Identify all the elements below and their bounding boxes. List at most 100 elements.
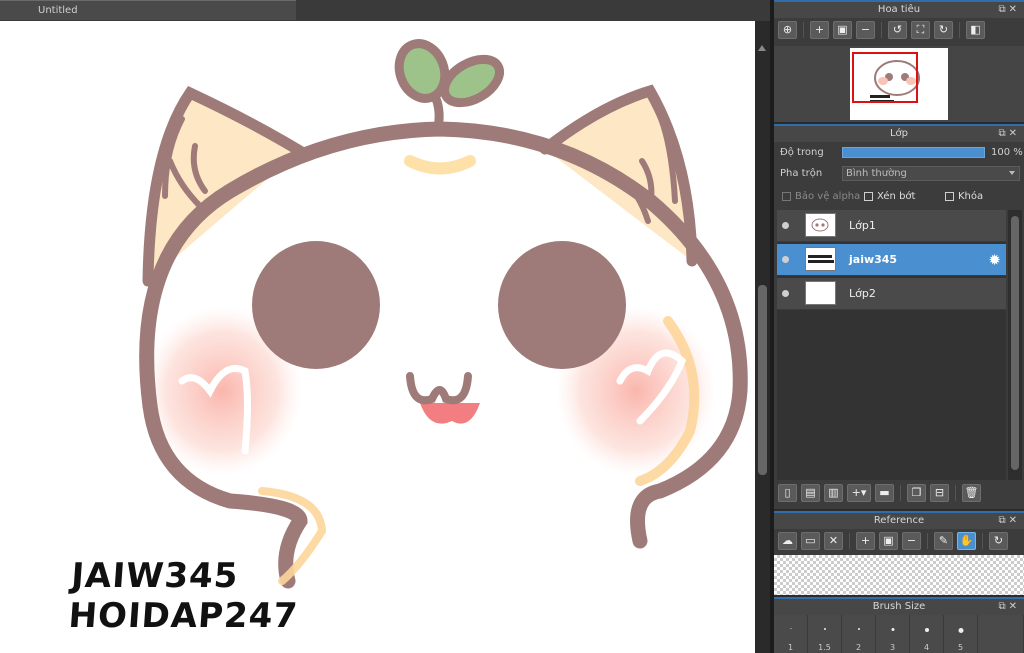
navigator-view-frame[interactable] [852, 52, 918, 103]
opacity-slider[interactable] [842, 147, 985, 158]
new-halftone-layer-icon[interactable]: ▥ [824, 484, 843, 502]
layer-item-jaiw345[interactable]: jaiw345 ✹ [777, 244, 1006, 276]
hand-icon[interactable]: ✋ [957, 532, 976, 550]
new-layer-icon[interactable]: ▯ [778, 484, 797, 502]
drawing-canvas[interactable]: JAIW345 HOIDAP247 [0, 21, 755, 653]
lock-label: Khóa [958, 191, 984, 202]
zoom-in-icon[interactable]: + [810, 21, 829, 39]
rotate-icon[interactable]: ↻ [989, 532, 1008, 550]
duplicate-layer-icon[interactable]: ❐ [907, 484, 926, 502]
eyedropper-icon[interactable]: ✎ [934, 532, 953, 550]
panel-window-controls[interactable]: ⧉✕ [998, 513, 1020, 529]
navigator-thumbnail [850, 48, 948, 120]
blend-row: Pha trộn Bình thường [774, 163, 1024, 184]
layer-item-lop1[interactable]: Lớp1 [777, 210, 1006, 242]
clipping-checkbox[interactable]: Xén bớt [864, 191, 915, 202]
sprout-leaf-right [440, 54, 504, 108]
zoom-out-icon[interactable]: − [856, 21, 875, 39]
scrollbar-thumb[interactable] [1011, 216, 1019, 470]
checkbox-icon [864, 192, 873, 201]
reference-panel: Reference ⧉✕ ☁ ▭ ✕ + ▣ − ✎ ✋ ↻ [774, 511, 1024, 595]
flip-icon[interactable]: ◧ [966, 21, 985, 39]
trash-icon[interactable]: 🗑 [962, 484, 981, 502]
right-eye [498, 241, 626, 369]
navigator-title-text: Hoa tiêu [877, 4, 921, 15]
layer-options: Bảo vệ alpha Xén bớt Khóa [774, 184, 1024, 208]
navigator-preview[interactable] [774, 46, 1024, 122]
brush-size-value: 4 [923, 643, 930, 652]
fit-icon[interactable]: ▣ [879, 532, 898, 550]
zoom-out-icon[interactable]: − [902, 532, 921, 550]
panel-window-controls[interactable]: ⧉✕ [998, 599, 1020, 615]
blend-mode-select[interactable]: Bình thường [842, 166, 1020, 181]
brush-size-value: 5 [957, 643, 964, 652]
scroll-up-arrow-icon[interactable] [758, 45, 766, 51]
brush-size-value: 3 [889, 643, 896, 652]
brush-size-option[interactable]: 5 [944, 615, 978, 653]
new-raster-layer-icon[interactable]: ▤ [801, 484, 820, 502]
brush-size-scrollbar[interactable] [978, 615, 1024, 653]
layer-name: jaiw345 [849, 253, 898, 266]
lock-checkbox[interactable]: Khóa [945, 191, 983, 202]
brush-size-value: 1 [787, 643, 794, 652]
brush-size-value: 2 [855, 643, 862, 652]
layer-item-lop2[interactable]: Lớp2 [777, 278, 1006, 310]
rotate-left-icon[interactable]: ↺ [888, 21, 907, 39]
reference-view[interactable] [774, 555, 1024, 595]
layer-thumbnail [805, 281, 836, 305]
brush-size-panel: Brush Size ⧉✕ 1 1.5 2 3 4 5 [774, 597, 1024, 653]
panel-window-controls[interactable]: ⧉✕ [998, 2, 1020, 18]
navigator-toolbar: ⊕ + ▣ − ↺ ⛶ ↻ ◧ [774, 18, 1024, 42]
left-eye [252, 241, 380, 369]
layers-title-text: Lớp [889, 128, 909, 139]
watermark: JAIW345 HOIDAP247 [67, 556, 302, 636]
document-tab[interactable]: Untitled [0, 0, 296, 20]
reference-title: Reference ⧉✕ [774, 511, 1024, 529]
layer-name: Lớp1 [849, 219, 876, 232]
brush-size-list: 1 1.5 2 3 4 5 [774, 615, 1024, 653]
merge-layer-icon[interactable]: ⊟ [930, 484, 949, 502]
visibility-icon[interactable] [782, 290, 789, 297]
document-tab-bar: Untitled [0, 0, 770, 21]
zoom-in-icon[interactable]: + [856, 532, 875, 550]
watermark-line2: HOIDAP247 [67, 596, 300, 636]
navigator-title: Hoa tiêu ⧉✕ [774, 0, 1024, 18]
brush-size-option[interactable]: 2 [842, 615, 876, 653]
brush-size-option[interactable]: 1 [774, 615, 808, 653]
checkbox-icon [945, 192, 954, 201]
panel-window-controls[interactable]: ⧉✕ [998, 126, 1020, 142]
fit-icon[interactable]: ▣ [833, 21, 852, 39]
zoom-actual-icon[interactable]: ⊕ [778, 21, 797, 39]
gear-icon[interactable]: ✹ [988, 251, 1001, 269]
brush-size-title: Brush Size ⧉✕ [774, 597, 1024, 615]
canvas-vertical-scrollbar[interactable] [755, 21, 770, 653]
cloud-icon[interactable]: ☁ [778, 532, 797, 550]
layer-toolbar: ▯ ▤ ▥ +▾ ▬ ❐ ⊟ 🗑 [774, 481, 1024, 505]
brush-size-option[interactable]: 3 [876, 615, 910, 653]
blend-mode-value: Bình thường [846, 168, 907, 179]
protect-alpha-checkbox[interactable]: Bảo vệ alpha [782, 191, 860, 202]
scrollbar-thumb[interactable] [758, 285, 767, 475]
folder-icon[interactable]: ▬ [875, 484, 894, 502]
layer-list: Lớp1 jaiw345 ✹ Lớp2 [777, 210, 1006, 480]
rotate-right-icon[interactable]: ↻ [934, 21, 953, 39]
close-icon[interactable]: ✕ [824, 532, 843, 550]
layer-list-scrollbar[interactable] [1008, 210, 1022, 480]
add-layer-dropdown-icon[interactable]: +▾ [847, 484, 871, 502]
layer-thumbnail [805, 247, 836, 271]
brush-size-title-text: Brush Size [872, 601, 926, 612]
blend-label: Pha trộn [780, 168, 823, 179]
clipping-label: Xén bớt [877, 191, 916, 202]
visibility-icon[interactable] [782, 222, 789, 229]
brush-size-option[interactable]: 4 [910, 615, 944, 653]
layers-title: Lớp ⧉✕ [774, 124, 1024, 142]
brush-size-option[interactable]: 1.5 [808, 615, 842, 653]
visibility-icon[interactable] [782, 256, 789, 263]
layer-name: Lớp2 [849, 287, 876, 300]
document-tab-title: Untitled [38, 5, 78, 16]
mouth [420, 403, 480, 424]
open-folder-icon[interactable]: ▭ [801, 532, 820, 550]
app-window: Untitled JAIW345 HOIDAP247 Hoa tiêu ⧉✕ ⊕… [0, 0, 1024, 653]
brush-size-value: 1.5 [818, 643, 831, 652]
fullscreen-icon[interactable]: ⛶ [911, 21, 930, 39]
